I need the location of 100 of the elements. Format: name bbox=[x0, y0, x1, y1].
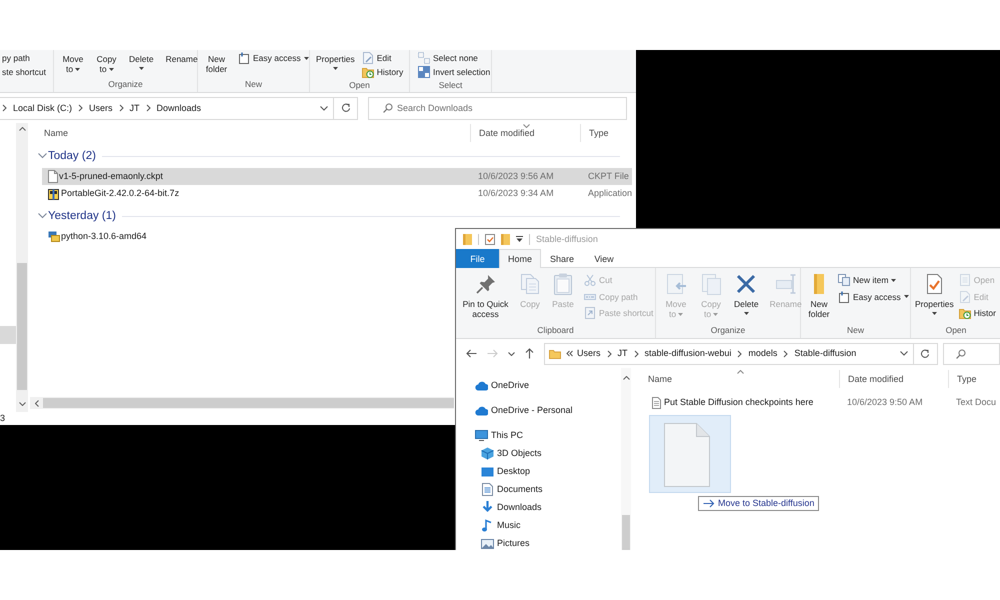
checkmark-page-icon[interactable] bbox=[485, 234, 495, 244]
folder-icon[interactable] bbox=[501, 234, 510, 244]
nav-item[interactable]: This PC bbox=[456, 426, 621, 444]
address-bar[interactable]: Users JT stable-diffusion-webui models Stable-diffusion bbox=[544, 342, 914, 364]
breadcrumb-segment[interactable]: JT bbox=[614, 348, 632, 359]
file-row[interactable]: v1-5-pruned-emaonly.ckpt 10/6/2023 9:56 AM CKPT File bbox=[42, 168, 632, 185]
delete-button[interactable]: Delete bbox=[732, 272, 761, 315]
copy-to-button[interactable]: Copy to bbox=[94, 51, 119, 74]
text-cursor-icon bbox=[774, 272, 798, 296]
horizontal-scrollbar[interactable] bbox=[30, 397, 454, 409]
breadcrumb-segment[interactable]: Downloads bbox=[152, 102, 206, 114]
refresh-button[interactable] bbox=[334, 96, 358, 120]
file-menu-tab[interactable]: File bbox=[456, 249, 499, 268]
breadcrumb-segment[interactable]: models bbox=[744, 348, 782, 359]
breadcrumb-segment[interactable]: Stable-diffusion bbox=[790, 348, 860, 359]
scissors-icon bbox=[584, 274, 596, 286]
group-header[interactable]: Yesterday (1) bbox=[38, 210, 116, 224]
file-row[interactable]: Put Stable Diffusion checkpoints here 10/6/2023 9:50 AM Text Docu bbox=[640, 394, 1000, 411]
nav-item[interactable]: OneDrive bbox=[456, 376, 621, 394]
nav-item[interactable]: Documents bbox=[456, 480, 621, 498]
ribbon-tab[interactable]: Home bbox=[499, 249, 541, 268]
edit-button[interactable]: Edit bbox=[360, 51, 406, 65]
dotted-squares-icon bbox=[418, 52, 430, 64]
search-field[interactable]: Search Downloads bbox=[368, 96, 627, 120]
ribbon-tab[interactable]: View bbox=[583, 249, 625, 268]
up-arrow-icon[interactable] bbox=[525, 348, 534, 359]
pin-to-quick-access-button[interactable]: Pin to Quick access bbox=[460, 272, 511, 319]
breadcrumb-segment[interactable]: stable-diffusion-webui bbox=[640, 348, 736, 359]
arrow-icon bbox=[703, 499, 715, 508]
properties-button[interactable]: Properties bbox=[913, 272, 956, 315]
move-to-button[interactable]: Move to bbox=[60, 51, 86, 74]
scroll-down-icon bbox=[18, 402, 26, 406]
column-header[interactable]: Date modified bbox=[470, 124, 580, 142]
scrollbar-thumb[interactable] bbox=[17, 263, 27, 390]
music-note-icon bbox=[481, 518, 494, 532]
column-header[interactable]: Date modified bbox=[839, 370, 948, 388]
easy-access-button[interactable]: Easy access bbox=[836, 288, 911, 305]
chevron-icon bbox=[783, 350, 788, 358]
column-header[interactable]: Type bbox=[948, 370, 1000, 388]
file-name: python-3.10.6-amd64 bbox=[61, 231, 147, 242]
new-item-button[interactable]: New item bbox=[836, 272, 911, 288]
dragged-file-icon bbox=[649, 415, 731, 493]
file-type: Application bbox=[588, 188, 632, 198]
nav-item[interactable]: Pictures bbox=[456, 534, 621, 550]
nav-item[interactable]: 3D Objects bbox=[456, 444, 621, 462]
file-name: PortableGit-2.42.0.2-64-bit.7z bbox=[61, 188, 180, 199]
search-icon bbox=[956, 348, 966, 358]
package-icon bbox=[48, 231, 60, 242]
delete-button[interactable]: Delete bbox=[127, 51, 156, 70]
column-header[interactable]: Type bbox=[580, 124, 636, 142]
ribbon-button[interactable]: ste shortcut bbox=[0, 65, 48, 79]
search-field[interactable] bbox=[943, 342, 1000, 364]
refresh-icon bbox=[340, 103, 350, 113]
column-header[interactable]: Name bbox=[640, 370, 839, 388]
folder-clock-icon bbox=[958, 307, 971, 320]
invert-selection-button[interactable]: Invert selection bbox=[416, 65, 492, 79]
file-name: Put Stable Diffusion checkpoints here bbox=[664, 397, 814, 408]
download-arrow-icon bbox=[481, 501, 494, 513]
cube-icon bbox=[481, 446, 494, 460]
easy-access-button[interactable]: Easy access bbox=[236, 51, 311, 65]
scrollbar-thumb[interactable] bbox=[622, 515, 630, 550]
dropdown-chevron-icon[interactable] bbox=[900, 351, 908, 356]
desktop-icon bbox=[481, 466, 494, 476]
select-none-button[interactable]: Select none bbox=[416, 51, 492, 65]
new-folder-button[interactable]: New folder bbox=[805, 272, 833, 319]
page-pencil-icon bbox=[958, 290, 971, 303]
dropdown-chevron-icon[interactable] bbox=[508, 352, 515, 356]
scroll-up-icon bbox=[18, 127, 26, 131]
history-button[interactable]: History bbox=[360, 65, 406, 79]
ribbon-group-label: Organize bbox=[108, 79, 143, 89]
file-row[interactable]: python-3.10.6-amd64 bbox=[42, 228, 151, 245]
nav-item[interactable]: Music bbox=[456, 516, 621, 534]
file-name: v1-5-pruned-emaonly.ckpt bbox=[59, 171, 163, 182]
back-arrow-icon[interactable] bbox=[466, 349, 477, 358]
bar-caret-icon[interactable] bbox=[516, 236, 523, 242]
properties-button[interactable]: Properties bbox=[314, 51, 357, 70]
history-button[interactable]: Histor bbox=[956, 305, 998, 322]
breadcrumb-segment[interactable]: Local Disk (C:) bbox=[9, 102, 76, 114]
breadcrumb-segment[interactable]: Users bbox=[573, 348, 605, 359]
vertical-scrollbar[interactable] bbox=[16, 123, 28, 412]
scrollbar-thumb[interactable] bbox=[43, 398, 454, 408]
nav-item[interactable]: Desktop bbox=[456, 462, 621, 480]
refresh-button[interactable] bbox=[914, 342, 938, 364]
group-header[interactable]: Today (2) bbox=[38, 150, 96, 164]
rename-button[interactable]: Rename bbox=[164, 51, 200, 64]
folder-icon[interactable] bbox=[463, 234, 472, 244]
ribbon-button[interactable]: py path bbox=[0, 51, 48, 65]
breadcrumb-segment[interactable]: Users bbox=[85, 102, 117, 114]
address-bar[interactable]: Local Disk (C:) Users JT Downloads bbox=[0, 96, 334, 120]
nav-item[interactable]: OneDrive - Personal bbox=[456, 401, 621, 419]
nav-item[interactable]: Downloads bbox=[456, 498, 621, 516]
ribbon-group-label: Select bbox=[438, 80, 462, 90]
new-folder-button[interactable]: New folder bbox=[203, 51, 230, 74]
scroll-left-icon bbox=[35, 400, 39, 406]
column-header[interactable]: Name bbox=[36, 124, 470, 142]
dropdown-chevron-icon[interactable] bbox=[320, 106, 328, 110]
file-row[interactable]: PortableGit-2.42.0.2-64-bit.7z 10/6/2023 9:34 AM Application bbox=[42, 185, 632, 202]
vertical-scrollbar[interactable] bbox=[621, 368, 631, 550]
ribbon-tab[interactable]: Share bbox=[541, 249, 583, 268]
breadcrumb-segment[interactable]: JT bbox=[126, 102, 144, 114]
